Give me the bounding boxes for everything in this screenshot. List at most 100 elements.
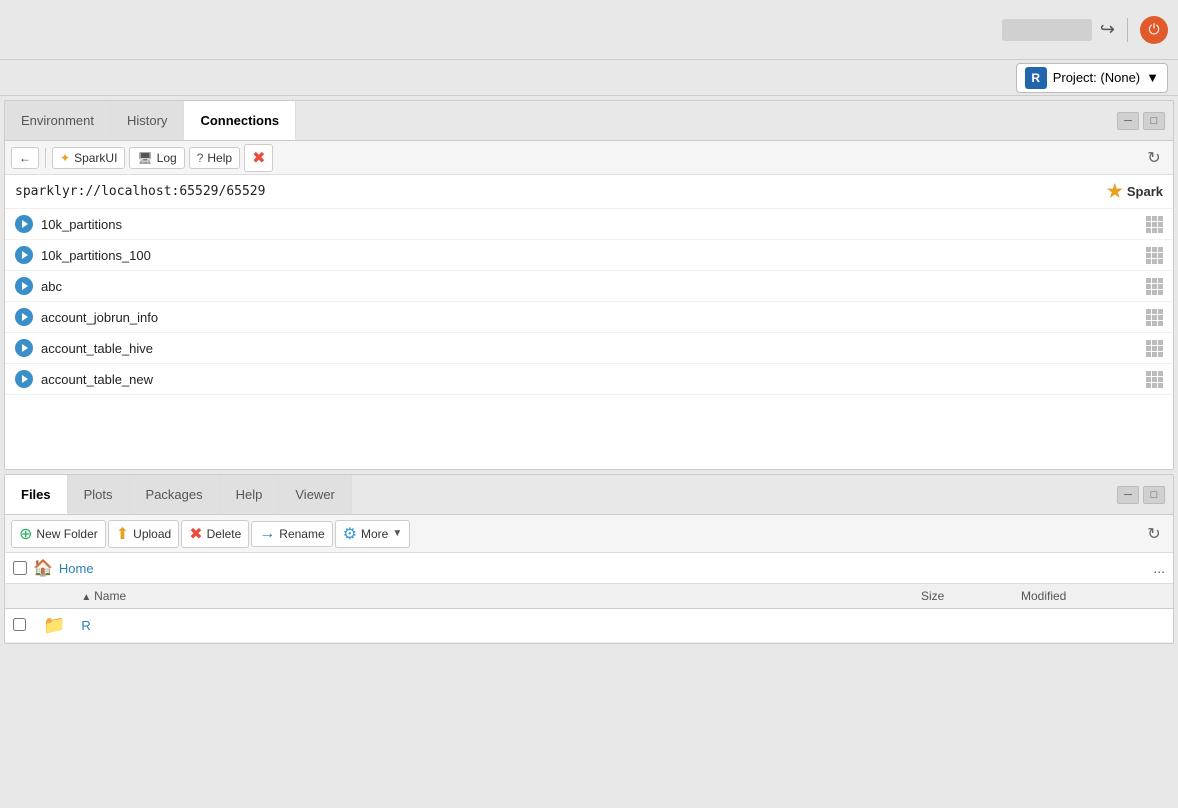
disconnect-button[interactable]: ✖: [244, 144, 273, 172]
more-dropdown-arrow: ▼: [392, 528, 402, 539]
table-item[interactable]: account_jobrun_info: [5, 302, 1173, 333]
table-grid-icon: [1146, 247, 1163, 264]
project-dropdown-arrow: ▼: [1146, 70, 1159, 85]
table-grid-icon: [1146, 309, 1163, 326]
file-table-header: Name Size Modified: [5, 584, 1173, 609]
folder-icon: 📁: [43, 615, 65, 635]
log-button[interactable]: 🖥 Log: [129, 147, 184, 169]
table-grid-icon: [1146, 371, 1163, 388]
table-name: account_table_new: [41, 372, 153, 387]
help-button[interactable]: ? Help: [189, 147, 240, 169]
power-button[interactable]: ⏻: [1140, 16, 1168, 44]
breadcrumb-bar: 🏠 Home ...: [5, 553, 1173, 584]
table-item[interactable]: account_table_new: [5, 364, 1173, 395]
maximize-upper-btn[interactable]: □: [1143, 112, 1165, 130]
sparkui-label: SparkUI: [74, 151, 117, 165]
files-refresh-button[interactable]: ↻: [1141, 521, 1167, 547]
toolbar-divider-1: [45, 148, 46, 168]
new-folder-icon: ⊕: [19, 524, 32, 544]
tab-files[interactable]: Files: [5, 475, 68, 514]
files-toolbar: ⊕ New Folder ⬆ Upload ✖ Delete → Rename …: [5, 515, 1173, 553]
rename-icon: →: [259, 525, 275, 543]
play-icon: [15, 308, 33, 326]
table-grid-icon: [1146, 216, 1163, 233]
connections-toolbar: ← ✦ SparkUI 🖥 Log ? Help ✖ ↻: [5, 141, 1173, 175]
col-header-size[interactable]: Size: [913, 584, 1013, 609]
table-name: 10k_partitions_100: [41, 248, 151, 263]
minimize-lower-btn[interactable]: ─: [1117, 486, 1139, 504]
connection-bar: sparklyr://localhost:65529/65529 ★ Spark: [5, 175, 1173, 209]
lower-tab-bar-actions: ─ □: [1117, 486, 1173, 504]
file-modified: [1013, 609, 1173, 643]
upload-button[interactable]: ⬆ Upload: [108, 520, 179, 548]
table-name: abc: [41, 279, 62, 294]
rename-label: Rename: [279, 527, 324, 541]
col-header-name[interactable]: Name: [73, 584, 913, 609]
spark-text: Spark: [1127, 184, 1163, 199]
upper-tab-bar: Environment History Connections ─ □: [5, 101, 1173, 141]
tab-bar-actions: ─ □: [1117, 112, 1173, 130]
file-size: [913, 609, 1013, 643]
tab-history[interactable]: History: [111, 101, 184, 140]
table-name: 10k_partitions: [41, 217, 122, 232]
spark-label: ★ Spark: [1107, 181, 1163, 202]
minimize-upper-btn[interactable]: ─: [1117, 112, 1139, 130]
maximize-lower-btn[interactable]: □: [1143, 486, 1165, 504]
col-header-modified[interactable]: Modified: [1013, 584, 1173, 609]
play-icon: [15, 370, 33, 388]
table-item[interactable]: abc: [5, 271, 1173, 302]
table-grid-icon: [1146, 278, 1163, 295]
back-button[interactable]: ←: [11, 147, 39, 169]
connection-url: sparklyr://localhost:65529/65529: [15, 184, 265, 199]
file-table-body: 📁R: [5, 609, 1173, 643]
file-row-checkbox[interactable]: [13, 618, 26, 631]
tab-plots[interactable]: Plots: [68, 475, 130, 514]
play-icon: [15, 215, 33, 233]
sparkui-icon: ✦: [60, 151, 70, 165]
table-item[interactable]: 10k_partitions: [5, 209, 1173, 240]
more-gear-icon: ⚙: [343, 524, 357, 544]
more-button[interactable]: ⚙ More ▼: [335, 520, 411, 548]
select-all-checkbox[interactable]: [13, 561, 27, 575]
tab-connections[interactable]: Connections: [184, 101, 296, 140]
rename-button[interactable]: → Rename: [251, 521, 332, 547]
lower-panel: Files Plots Packages Help Viewer ─ □ ⊕ N…: [4, 474, 1174, 644]
breadcrumb-more-btn[interactable]: ...: [1153, 560, 1165, 576]
tab-viewer[interactable]: Viewer: [279, 475, 352, 514]
table-item[interactable]: 10k_partitions_100: [5, 240, 1173, 271]
new-folder-label: New Folder: [36, 527, 97, 541]
upper-panel: Environment History Connections ─ □ ← ✦ …: [4, 100, 1174, 470]
refresh-button[interactable]: ↻: [1141, 145, 1167, 171]
disconnect-icon: ✖: [252, 148, 265, 168]
export-icon[interactable]: ↪: [1100, 19, 1115, 40]
tab-help[interactable]: Help: [220, 475, 280, 514]
r-logo: R: [1025, 67, 1047, 89]
table-name: account_jobrun_info: [41, 310, 158, 325]
file-table-row[interactable]: 📁R: [5, 609, 1173, 643]
play-icon: [15, 246, 33, 264]
more-label: More: [361, 527, 388, 541]
tab-packages[interactable]: Packages: [130, 475, 220, 514]
table-list: 10k_partitions 10k_partitions_100abc accou…: [5, 209, 1173, 469]
table-name: account_table_hive: [41, 341, 153, 356]
file-table: Name Size Modified 📁R: [5, 584, 1173, 643]
top-bar-divider: [1127, 18, 1128, 42]
help-icon: ?: [197, 151, 204, 165]
username-display: [1002, 19, 1092, 41]
delete-label: Delete: [207, 527, 242, 541]
delete-button[interactable]: ✖ Delete: [181, 520, 249, 548]
file-name-link[interactable]: R: [81, 618, 90, 633]
play-icon: [15, 339, 33, 357]
delete-icon: ✖: [189, 524, 202, 544]
table-item[interactable]: account_table_hive: [5, 333, 1173, 364]
table-grid-icon: [1146, 340, 1163, 357]
sparkui-button[interactable]: ✦ SparkUI: [52, 147, 125, 169]
tab-environment[interactable]: Environment: [5, 101, 111, 140]
top-bar: ↪ ⏻: [0, 0, 1178, 60]
play-icon: [15, 277, 33, 295]
project-selector[interactable]: R Project: (None) ▼: [1016, 63, 1168, 93]
project-bar: R Project: (None) ▼: [0, 60, 1178, 96]
new-folder-button[interactable]: ⊕ New Folder: [11, 520, 106, 548]
home-icon: 🏠: [33, 558, 53, 578]
home-breadcrumb[interactable]: Home: [59, 561, 94, 576]
